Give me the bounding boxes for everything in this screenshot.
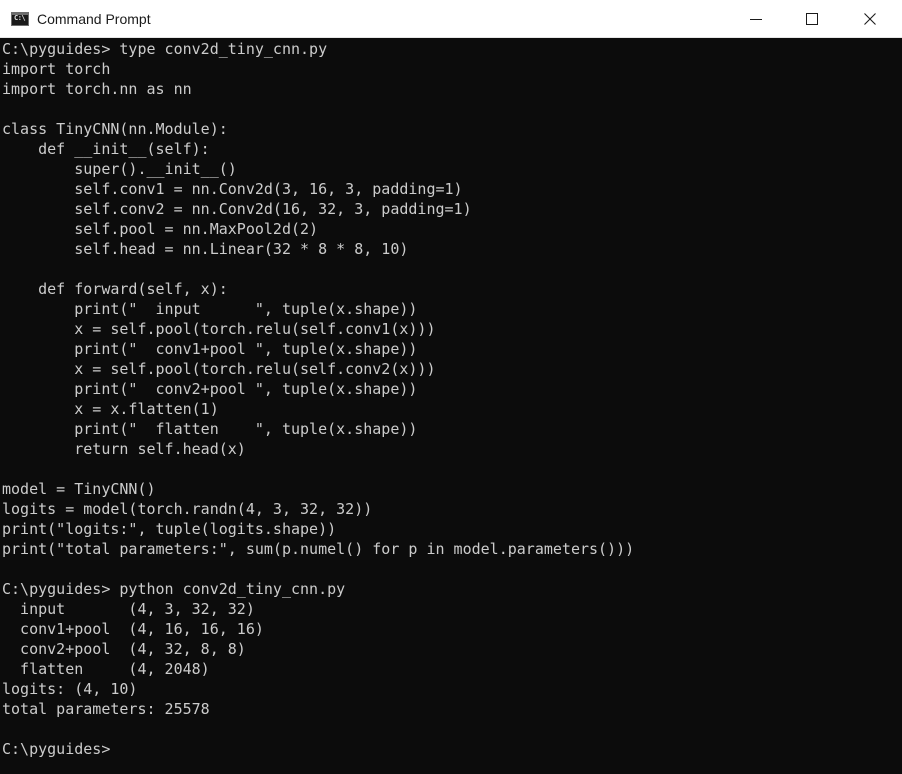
title-bar[interactable]: C:\ Command Prompt — [0, 0, 902, 38]
console-line: self.conv1 = nn.Conv2d(3, 16, 3, padding… — [2, 180, 463, 198]
cmd-icon-glyph: C:\ — [14, 14, 26, 22]
console-line: C:\pyguides> type conv2d_tiny_cnn.py — [2, 40, 328, 58]
close-icon — [864, 13, 876, 25]
console-line: print(" conv1+pool ", tuple(x.shape)) — [2, 340, 418, 358]
console-line: input (4, 3, 32, 32) — [2, 600, 255, 618]
console-line: print("logits:", tuple(logits.shape)) — [2, 520, 337, 538]
close-button[interactable] — [847, 0, 893, 38]
minimize-button[interactable] — [733, 0, 779, 38]
console-line: x = self.pool(torch.relu(self.conv2(x))) — [2, 360, 436, 378]
console-line: def __init__(self): — [2, 140, 210, 158]
console-line: import torch.nn as nn — [2, 80, 192, 98]
console-line: total parameters: 25578 — [2, 700, 210, 718]
console-line: self.conv2 = nn.Conv2d(16, 32, 3, paddin… — [2, 200, 472, 218]
console-line: logits: (4, 10) — [2, 680, 138, 698]
console-line: self.head = nn.Linear(32 * 8 * 8, 10) — [2, 240, 409, 258]
console-output[interactable]: C:\pyguides> type conv2d_tiny_cnn.pyimpo… — [2, 39, 900, 772]
console-line: model = TinyCNN() — [2, 480, 156, 498]
command-prompt-window: C:\ Command Prompt C:\pyguides> type con… — [0, 0, 902, 774]
console-line: print(" flatten ", tuple(x.shape)) — [2, 420, 418, 438]
cmd-icon[interactable]: C:\ — [11, 12, 29, 26]
console-line: self.pool = nn.MaxPool2d(2) — [2, 220, 319, 238]
console-line: return self.head(x) — [2, 440, 246, 458]
console-line: conv2+pool (4, 32, 8, 8) — [2, 640, 246, 658]
console-line: x = x.flatten(1) — [2, 400, 219, 418]
console-line: conv1+pool (4, 16, 16, 16) — [2, 620, 264, 638]
console-line: print("total parameters:", sum(p.numel()… — [2, 540, 635, 558]
console-line: C:\pyguides> — [2, 740, 111, 758]
maximize-icon — [806, 13, 818, 25]
console-line: C:\pyguides> python conv2d_tiny_cnn.py — [2, 580, 346, 598]
console-line: print(" input ", tuple(x.shape)) — [2, 300, 418, 318]
console-line: flatten (4, 2048) — [2, 660, 210, 678]
minimize-icon — [750, 19, 762, 20]
console-line: class TinyCNN(nn.Module): — [2, 120, 228, 138]
console-line: logits = model(torch.randn(4, 3, 32, 32)… — [2, 500, 373, 518]
console-line: import torch — [2, 60, 111, 78]
console-line: x = self.pool(torch.relu(self.conv1(x))) — [2, 320, 436, 338]
maximize-button[interactable] — [789, 0, 835, 38]
console-line: super().__init__() — [2, 160, 237, 178]
console-line: def forward(self, x): — [2, 280, 228, 298]
window-title: Command Prompt — [37, 11, 151, 27]
console-line: print(" conv2+pool ", tuple(x.shape)) — [2, 380, 418, 398]
